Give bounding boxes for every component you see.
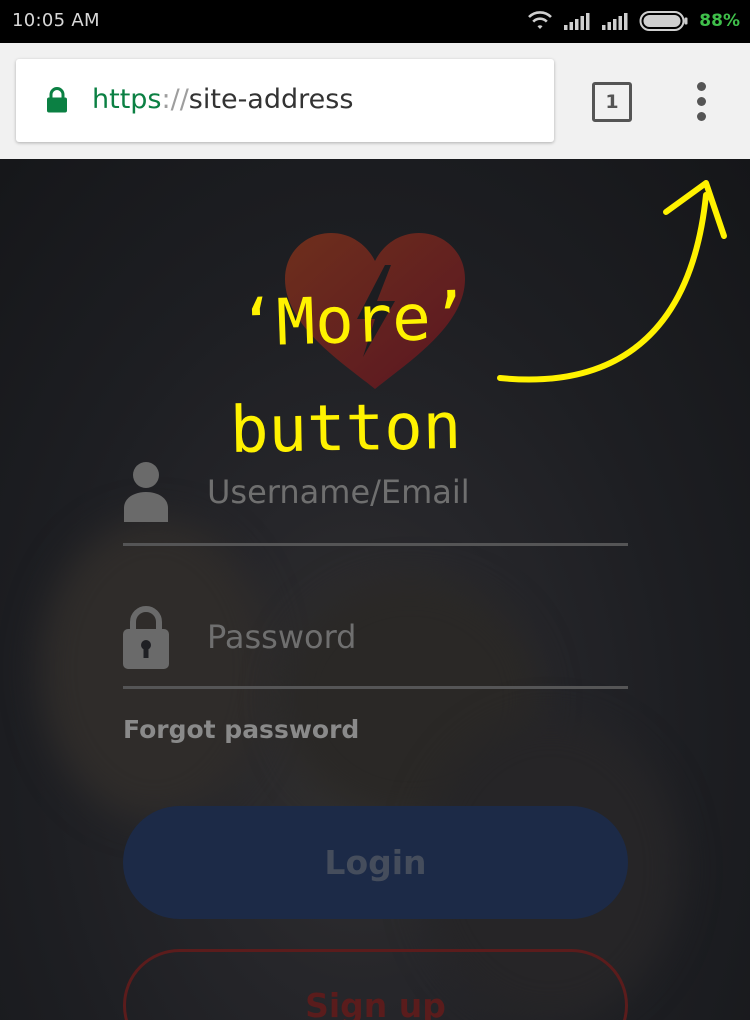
address-bar[interactable]: https://site-address: [16, 59, 554, 142]
username-field[interactable]: Username/Email: [207, 473, 470, 511]
user-icon: [124, 462, 168, 522]
username-underline: [123, 543, 628, 546]
status-icons: 88%: [527, 8, 740, 34]
battery-percent: 88%: [699, 11, 740, 31]
url-scheme: https: [92, 84, 162, 115]
screen: 10:05 AM 88% https://site-address 1 User…: [0, 0, 750, 1020]
signal-icon: [564, 13, 590, 30]
more-vert-icon[interactable]: [684, 77, 720, 127]
background-photo: [40, 519, 270, 819]
lock-icon: [47, 87, 67, 113]
more-dot: [697, 82, 706, 91]
url-separator: ://: [161, 84, 189, 115]
login-button[interactable]: Login: [123, 806, 628, 919]
url-text[interactable]: https://site-address: [92, 84, 353, 116]
more-dot: [697, 112, 706, 121]
annotation-more-text: ‘More’: [236, 279, 471, 363]
forgot-password-link[interactable]: Forgot password: [123, 715, 359, 744]
more-dot: [697, 97, 706, 106]
padlock-icon: [123, 606, 169, 669]
signal-icon: [602, 13, 628, 30]
annotation-button-text: button: [229, 389, 462, 469]
status-bar: 10:05 AM 88%: [0, 0, 750, 43]
password-field[interactable]: Password: [207, 618, 356, 656]
battery-icon: [639, 11, 688, 31]
wifi-icon: [528, 11, 553, 29]
status-time: 10:05 AM: [12, 10, 100, 31]
tab-switcher-button[interactable]: 1: [592, 82, 632, 122]
password-underline: [123, 686, 628, 689]
url-host: site-address: [188, 84, 354, 115]
signup-button[interactable]: Sign up: [123, 949, 628, 1020]
browser-toolbar: https://site-address 1: [0, 43, 750, 159]
